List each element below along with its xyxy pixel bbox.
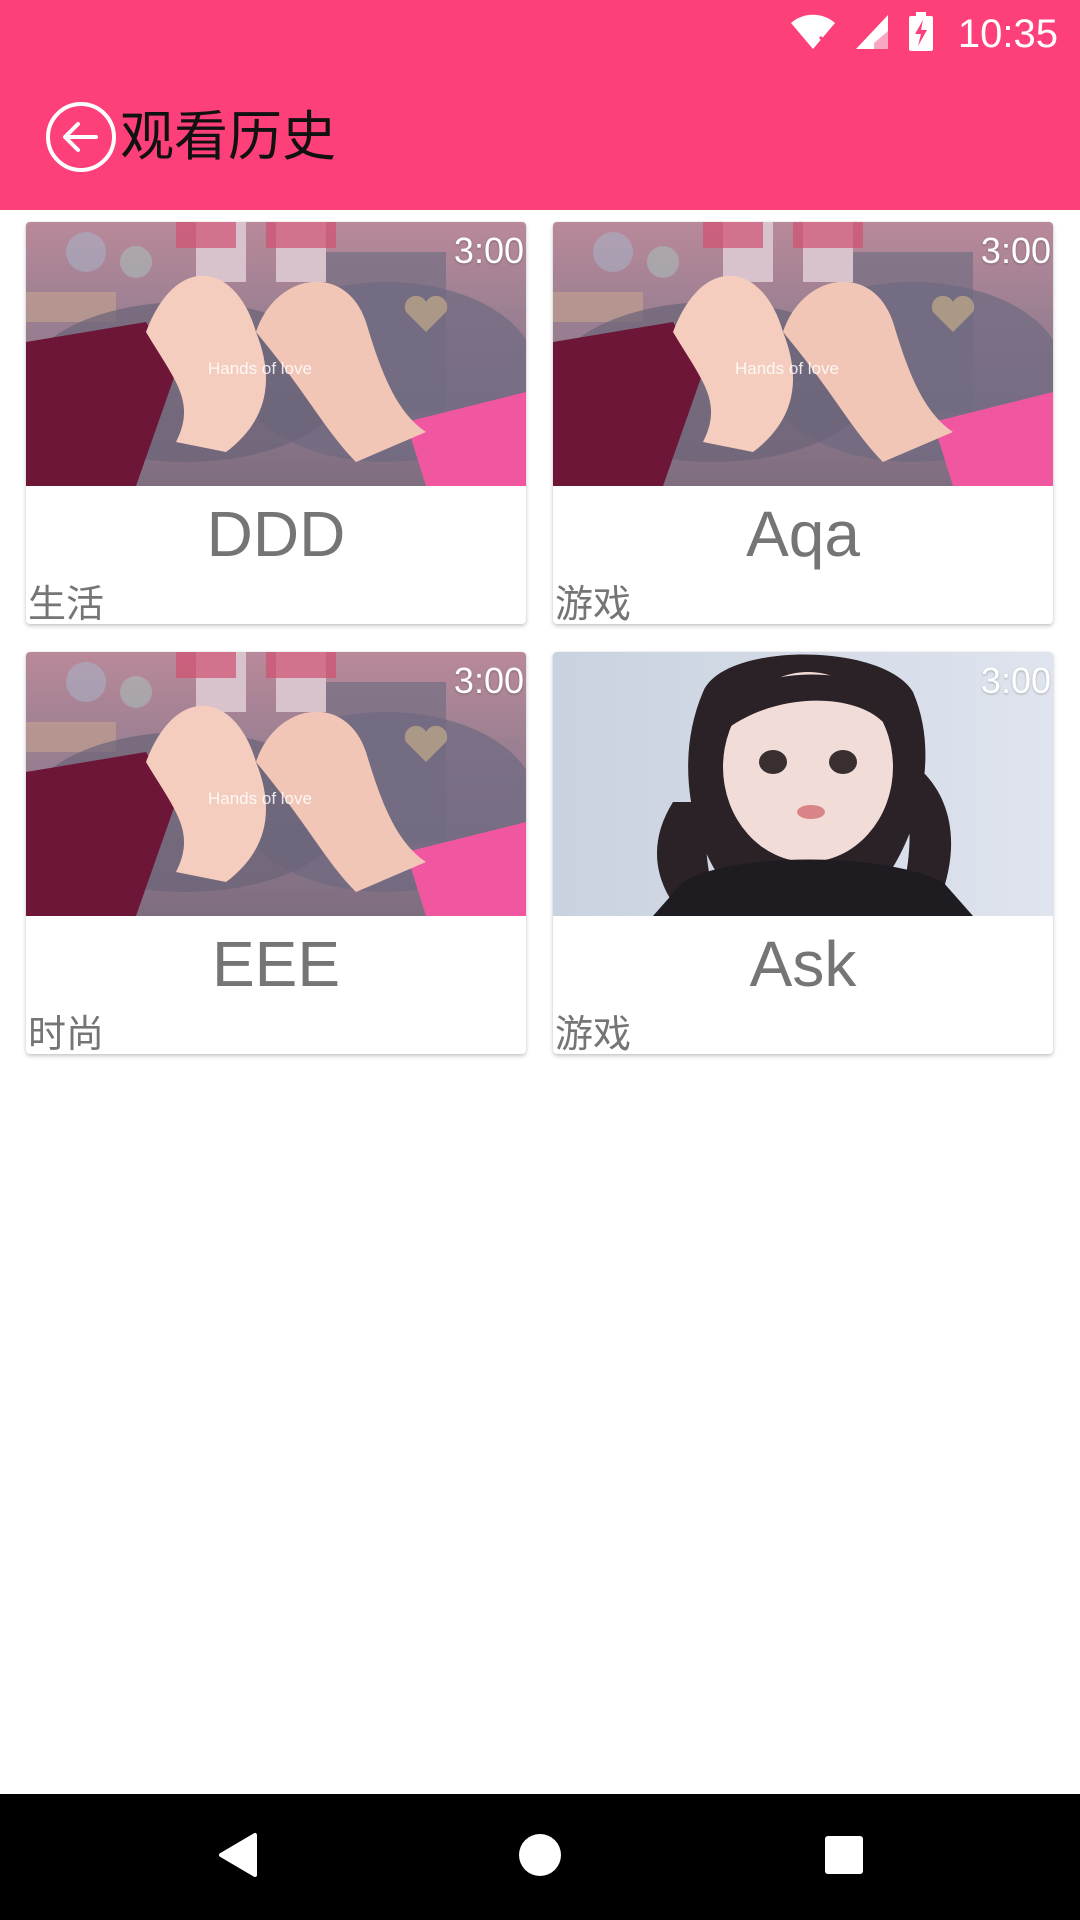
- system-nav-bar: [0, 1794, 1080, 1920]
- video-thumbnail: [553, 652, 1053, 916]
- video-thumbnail: [26, 652, 526, 916]
- status-time: 10:35: [957, 11, 1058, 56]
- video-category: 生活: [28, 582, 105, 624]
- nav-recents-button[interactable]: [784, 1794, 904, 1920]
- home-circle-icon: [518, 1833, 562, 1881]
- app-bar: 观看历史: [0, 68, 1080, 210]
- status-icons: 10:35: [790, 0, 1058, 68]
- video-title: DDD: [206, 498, 346, 570]
- video-title: Aqa: [746, 498, 860, 570]
- video-thumbnail: [553, 222, 1053, 486]
- video-category: 游戏: [555, 1012, 632, 1054]
- history-card[interactable]: 3:00 Aqa 游戏: [553, 222, 1053, 624]
- video-category: 时尚: [28, 1012, 105, 1054]
- video-duration: 3:00: [980, 230, 1051, 271]
- history-card[interactable]: 3:00 DDD 生活: [26, 222, 526, 624]
- back-arrow-circle-icon: [44, 102, 118, 178]
- video-duration: 3:00: [453, 230, 524, 271]
- history-card[interactable]: 3:00 EEE 时尚: [26, 652, 526, 1054]
- page-title: 观看历史: [120, 105, 336, 168]
- back-button[interactable]: [44, 100, 118, 174]
- battery-charging-icon: [908, 12, 934, 56]
- nav-back-button[interactable]: [177, 1794, 297, 1920]
- wifi-icon: [790, 13, 836, 55]
- recents-square-icon: [824, 1835, 864, 1879]
- video-title: Ask: [749, 928, 857, 1000]
- video-title: EEE: [211, 928, 341, 1000]
- nav-home-button[interactable]: [480, 1794, 600, 1920]
- back-triangle-icon: [215, 1831, 259, 1883]
- history-card[interactable]: 3:00 Ask 游戏: [553, 652, 1053, 1054]
- video-thumbnail: [26, 222, 526, 486]
- video-duration: 3:00: [980, 660, 1051, 701]
- cell-signal-icon: [854, 13, 890, 55]
- video-category: 游戏: [555, 582, 632, 624]
- status-bar: 10:35: [0, 0, 1080, 68]
- video-duration: 3:00: [453, 660, 524, 701]
